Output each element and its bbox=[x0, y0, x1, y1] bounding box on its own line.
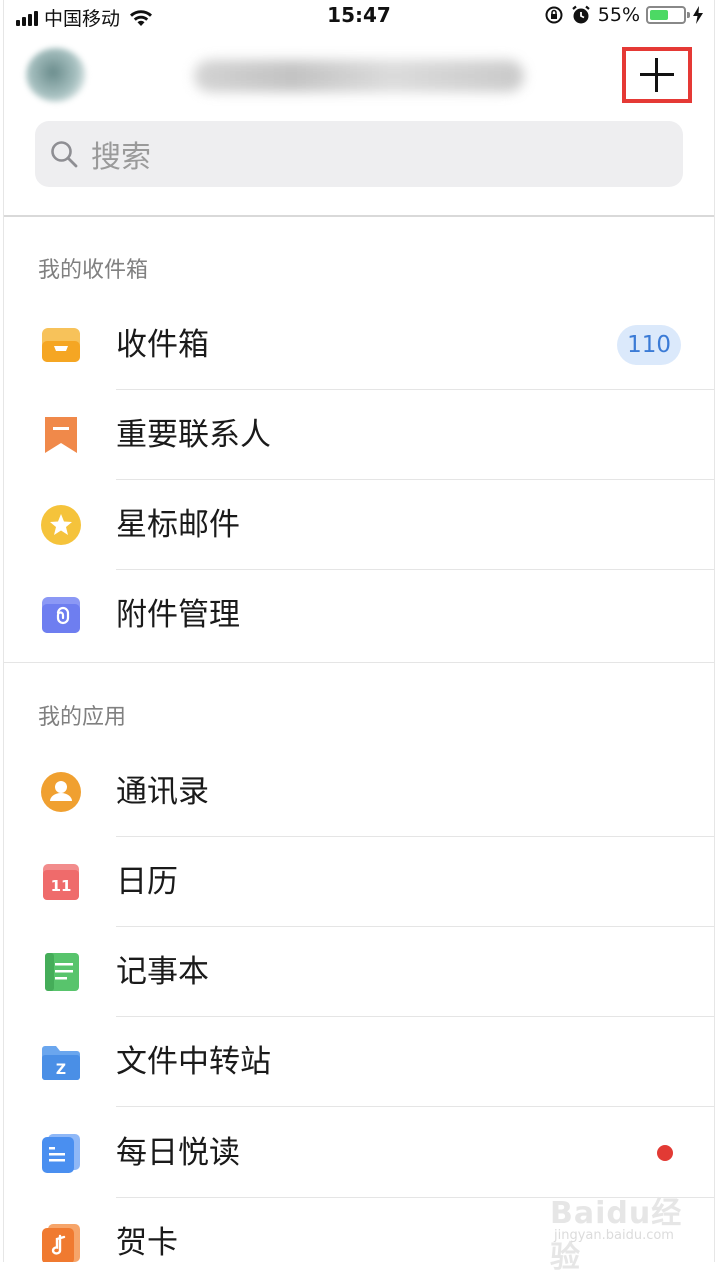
app-item-contacts[interactable]: 通讯录 bbox=[4, 747, 714, 837]
rotation-lock-icon bbox=[545, 6, 563, 24]
avatar[interactable] bbox=[26, 48, 86, 102]
notepad-label: 记事本 bbox=[116, 954, 209, 990]
inbox-icon bbox=[42, 328, 80, 362]
section-divider bbox=[4, 662, 714, 663]
daily-reading-icon bbox=[42, 1134, 80, 1173]
app-item-calendar[interactable]: 11 日历 bbox=[4, 837, 714, 927]
unread-count-badge: 110 bbox=[617, 325, 681, 365]
account-name-blurred[interactable] bbox=[194, 60, 524, 92]
add-button[interactable] bbox=[622, 47, 692, 103]
charging-icon bbox=[693, 6, 703, 24]
calendar-icon: 11 bbox=[43, 864, 79, 900]
app-item-file-transfer[interactable]: Z 文件中转站 bbox=[4, 1017, 714, 1107]
new-content-dot bbox=[657, 1145, 673, 1161]
star-icon bbox=[41, 505, 81, 545]
app-item-notepad[interactable]: 记事本 bbox=[4, 927, 714, 1017]
greeting-card-icon bbox=[42, 1224, 80, 1262]
attachments-label: 附件管理 bbox=[116, 597, 240, 633]
svg-text:11: 11 bbox=[51, 877, 72, 895]
watermark-url: jingyan.baidu.com bbox=[554, 1228, 674, 1243]
mailbox-item-inbox[interactable]: 收件箱 110 bbox=[4, 300, 714, 390]
baidu-watermark: Baidu经验 jingyan.baidu.com bbox=[548, 1182, 708, 1275]
mail-header bbox=[4, 34, 714, 114]
battery-percent: 55% bbox=[597, 4, 640, 26]
important-contacts-label: 重要联系人 bbox=[116, 417, 271, 453]
search-icon bbox=[51, 141, 78, 168]
svg-text:Z: Z bbox=[56, 1062, 66, 1078]
status-bar: 中国移动 15:47 55% bbox=[4, 0, 714, 34]
search-bar[interactable]: 搜索 bbox=[35, 121, 683, 187]
mailbox-item-important-contacts[interactable]: 重要联系人 bbox=[4, 390, 714, 480]
notepad-icon bbox=[45, 953, 79, 991]
app-screen: 中国移动 15:47 55% 搜索 我的收件箱 收件箱 110 重要联系人 星标… bbox=[3, 0, 715, 1262]
inbox-label: 收件箱 bbox=[116, 327, 209, 363]
contacts-label: 通讯录 bbox=[116, 774, 209, 810]
battery-level bbox=[650, 10, 668, 20]
search-placeholder: 搜索 bbox=[91, 140, 151, 175]
daily-reading-label: 每日悦读 bbox=[116, 1135, 240, 1171]
mailbox-item-attachments[interactable]: 附件管理 bbox=[4, 570, 714, 660]
header-divider bbox=[4, 215, 714, 217]
file-transfer-label: 文件中转站 bbox=[116, 1044, 271, 1080]
contacts-icon bbox=[41, 772, 81, 812]
mailbox-item-starred[interactable]: 星标邮件 bbox=[4, 480, 714, 570]
file-transfer-icon: Z bbox=[42, 1046, 80, 1080]
attachment-icon bbox=[42, 597, 80, 633]
greeting-card-label: 贺卡 bbox=[116, 1225, 178, 1261]
plus-icon bbox=[640, 58, 674, 92]
mailbox-section-title: 我的收件箱 bbox=[38, 258, 149, 283]
alarm-icon bbox=[572, 5, 590, 24]
status-right: 55% bbox=[544, 4, 704, 26]
calendar-label: 日历 bbox=[116, 864, 178, 900]
apps-section-title: 我的应用 bbox=[38, 705, 127, 730]
battery-icon bbox=[646, 6, 690, 24]
bookmark-icon bbox=[45, 417, 77, 453]
starred-label: 星标邮件 bbox=[116, 507, 240, 543]
